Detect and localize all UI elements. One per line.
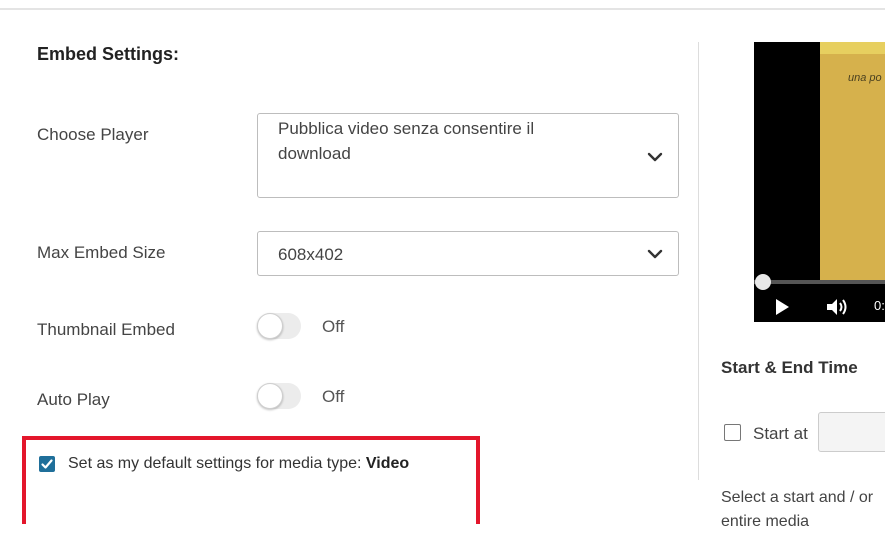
choose-player-select[interactable]: Pubblica video senza consentire il downl…	[257, 113, 679, 198]
default-settings-text: Set as my default settings for media typ…	[68, 455, 366, 472]
video-preview[interactable]: una po 0:	[754, 42, 885, 322]
default-settings-checkbox[interactable]	[39, 456, 55, 472]
poster-strip	[820, 42, 885, 54]
max-embed-size-value: 608x402	[278, 245, 344, 264]
auto-play-toggle[interactable]	[257, 383, 301, 409]
progress-handle[interactable]	[755, 274, 771, 290]
toggle-knob	[257, 383, 283, 409]
play-icon[interactable]	[776, 299, 789, 315]
highlight-box	[22, 436, 480, 524]
toggle-knob	[257, 313, 283, 339]
time-display: 0:	[874, 298, 885, 313]
start-end-help-text: Select a start and / or entire media	[721, 489, 874, 530]
start-at-checkbox[interactable]	[724, 424, 741, 441]
auto-play-state: Off	[322, 387, 345, 406]
check-icon	[41, 459, 53, 469]
auto-play-label: Auto Play	[37, 390, 110, 409]
chevron-down-icon	[647, 249, 663, 259]
top-divider	[0, 8, 885, 10]
start-at-label: Start at	[753, 424, 808, 443]
progress-bar[interactable]	[754, 280, 885, 284]
embed-settings-title: Embed Settings:	[37, 44, 180, 64]
max-embed-size-select[interactable]: 608x402	[257, 231, 679, 276]
media-type-value: Video	[365, 455, 410, 472]
choose-player-value: Pubblica video senza consentire il downl…	[278, 119, 535, 163]
choose-player-label: Choose Player	[37, 125, 149, 144]
start-end-title: Start & End Time	[721, 358, 858, 377]
poster-text: una po	[848, 72, 882, 84]
chevron-down-icon	[647, 152, 663, 162]
thumbnail-embed-label: Thumbnail Embed	[37, 320, 175, 339]
volume-icon[interactable]	[826, 297, 848, 317]
thumbnail-embed-toggle[interactable]	[257, 313, 301, 339]
column-divider	[698, 42, 699, 480]
max-embed-size-label: Max Embed Size	[37, 243, 166, 262]
start-time-input[interactable]	[818, 412, 885, 452]
default-settings-label: Set as my default settings for media typ…	[68, 455, 409, 473]
thumbnail-embed-state: Off	[322, 317, 345, 336]
